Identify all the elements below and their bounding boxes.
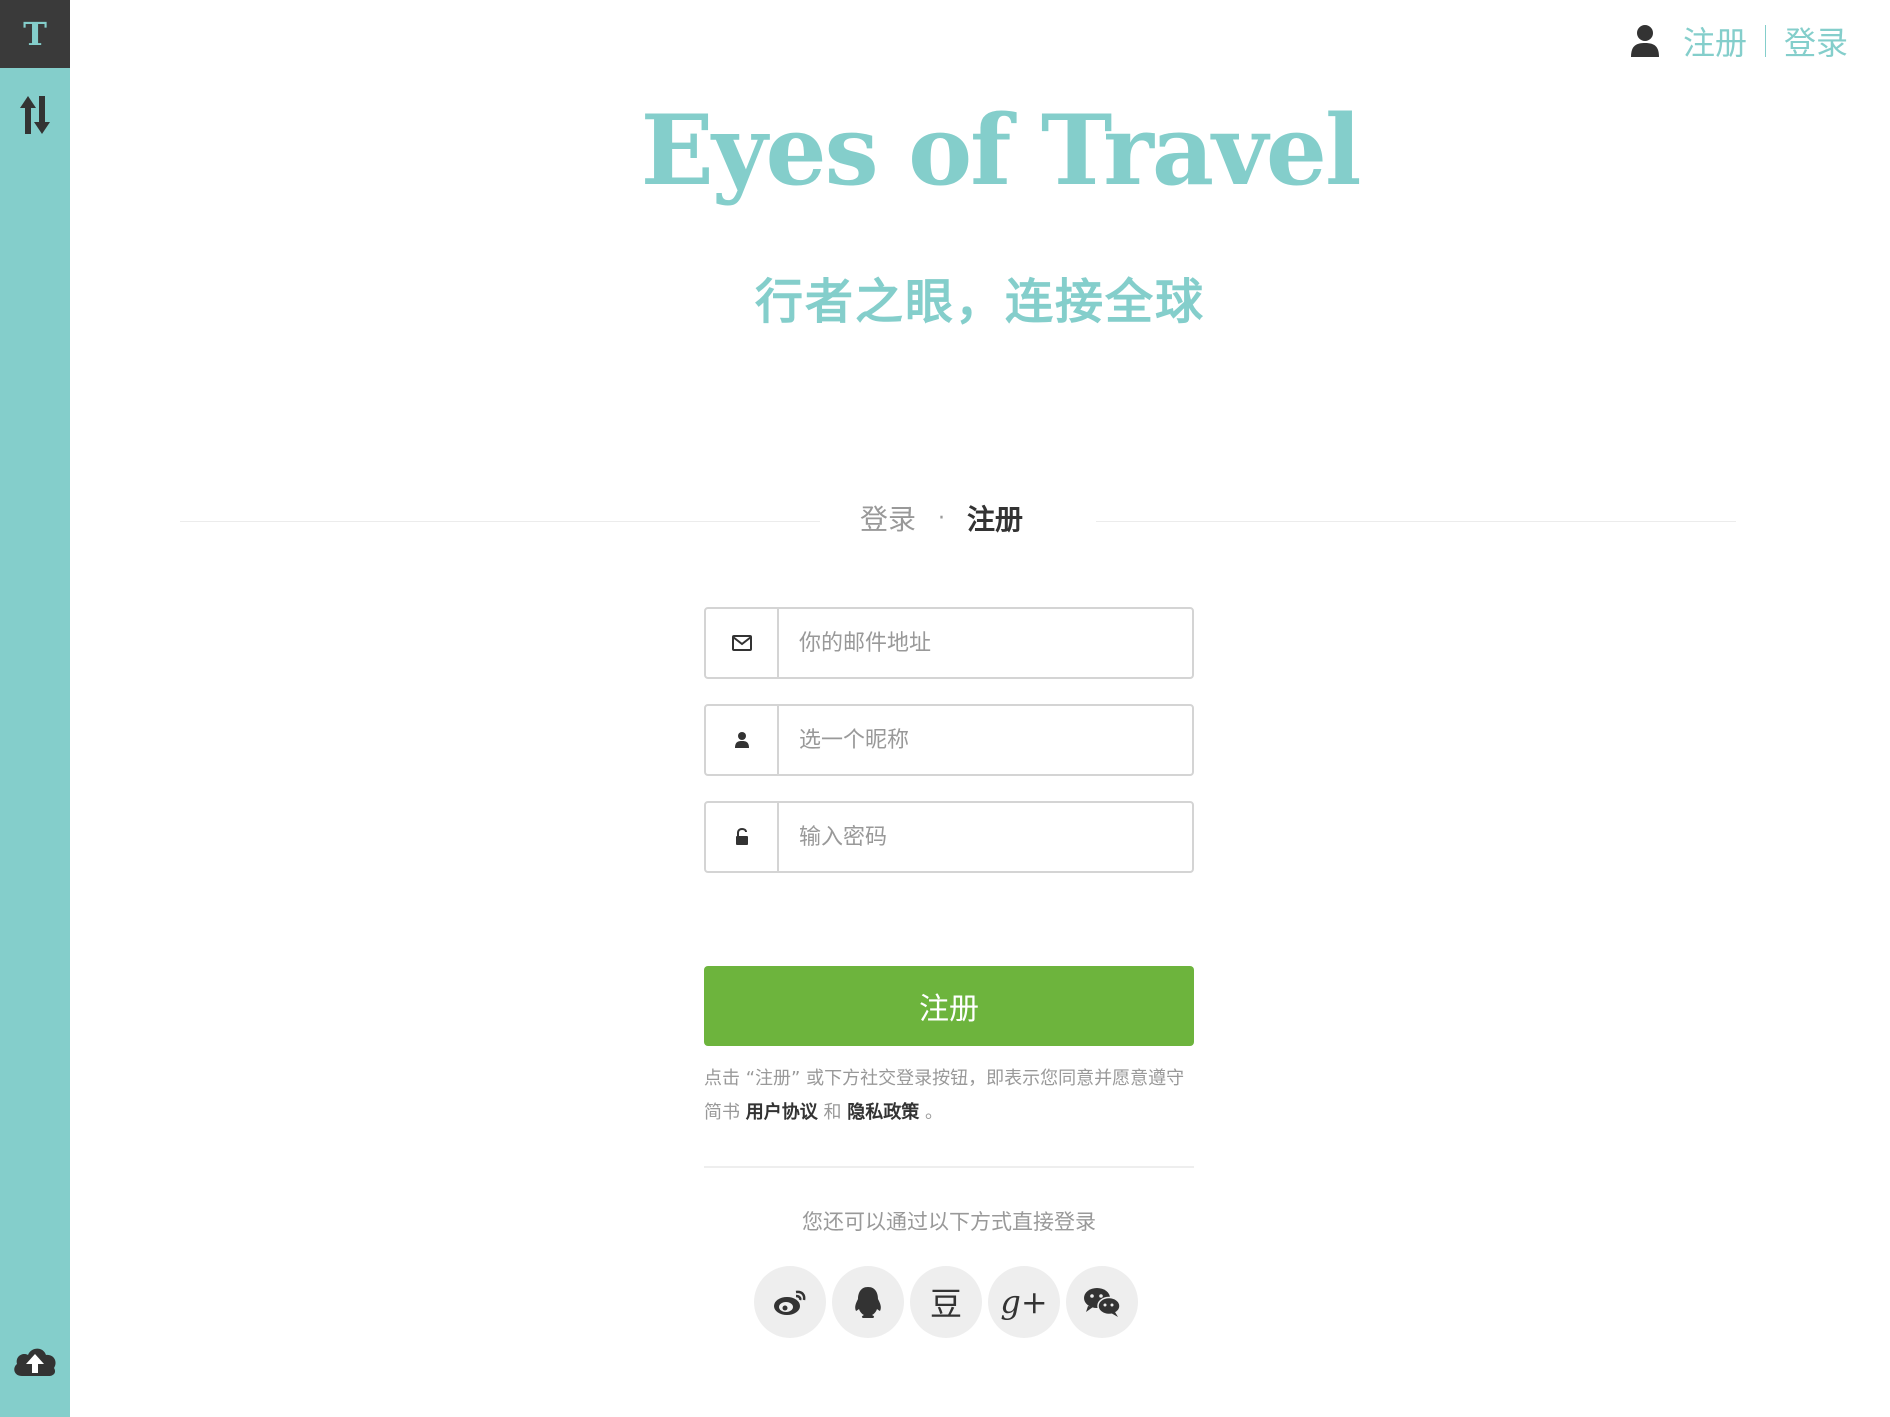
password-icon-box bbox=[706, 803, 779, 871]
email-field-group bbox=[704, 607, 1194, 679]
cloud-upload-icon bbox=[14, 1348, 56, 1376]
nickname-input[interactable] bbox=[779, 706, 1192, 774]
tab-login[interactable]: 登录 bbox=[860, 498, 916, 538]
logo-letter: T bbox=[23, 15, 47, 53]
envelope-icon bbox=[731, 635, 752, 651]
google-plus-login-button[interactable]: g+ bbox=[988, 1266, 1060, 1338]
wechat-login-button[interactable] bbox=[1066, 1266, 1138, 1338]
tab-register[interactable]: 注册 bbox=[967, 498, 1023, 538]
email-input[interactable] bbox=[779, 609, 1192, 677]
user-agreement-link[interactable]: 用户协议 bbox=[746, 1102, 818, 1123]
sort-arrows-icon bbox=[20, 96, 50, 134]
sidebar: T bbox=[0, 0, 70, 1417]
nickname-field-group bbox=[704, 704, 1194, 776]
top-login-link[interactable]: 登录 bbox=[1784, 18, 1848, 64]
password-input[interactable] bbox=[779, 803, 1192, 871]
douban-icon: 豆 bbox=[929, 1285, 962, 1323]
logo[interactable]: T bbox=[0, 0, 70, 68]
agreement-text: 点击 “注册” 或下方社交登录按钮，即表示您同意并愿意遵守简书 用户协议 和 隐… bbox=[704, 1062, 1194, 1130]
agreement-suffix: 。 bbox=[924, 1102, 943, 1123]
qq-login-button[interactable] bbox=[832, 1266, 904, 1338]
agreement-and: 和 bbox=[823, 1102, 842, 1123]
top-auth-divider bbox=[1764, 25, 1766, 57]
top-auth-links: 注册 登录 bbox=[1629, 18, 1848, 64]
weibo-login-button[interactable] bbox=[754, 1266, 826, 1338]
wechat-icon bbox=[1084, 1288, 1121, 1317]
page-title: Eyes of Travel bbox=[640, 94, 1362, 207]
sort-toggle-button[interactable] bbox=[16, 92, 54, 138]
unlock-icon bbox=[735, 828, 748, 845]
nickname-icon-box bbox=[706, 706, 779, 774]
qq-icon bbox=[855, 1287, 881, 1318]
social-login-hint: 您还可以通过以下方式直接登录 bbox=[802, 1210, 1096, 1234]
google-plus-icon: g+ bbox=[1000, 1283, 1048, 1321]
tabs-divider-left bbox=[180, 521, 820, 522]
social-login-row: 豆 g+ bbox=[754, 1266, 1144, 1338]
tab-separator: · bbox=[938, 505, 946, 531]
tabs-divider-right bbox=[1096, 521, 1736, 522]
douban-login-button[interactable]: 豆 bbox=[910, 1266, 982, 1338]
social-divider bbox=[704, 1166, 1194, 1168]
user-icon bbox=[1630, 25, 1659, 57]
password-field-group bbox=[704, 801, 1194, 873]
register-submit-button[interactable]: 注册 bbox=[704, 966, 1194, 1046]
weibo-icon bbox=[774, 1290, 806, 1315]
top-register-link[interactable]: 注册 bbox=[1683, 18, 1747, 64]
upload-button[interactable] bbox=[10, 1340, 60, 1380]
auth-tabs: 登录 · 注册 bbox=[860, 498, 1023, 538]
privacy-policy-link[interactable]: 隐私政策 bbox=[847, 1102, 919, 1123]
user-small-icon bbox=[734, 732, 749, 748]
page-subtitle: 行者之眼，连接全球 bbox=[754, 274, 1205, 330]
email-icon-box bbox=[706, 609, 779, 677]
